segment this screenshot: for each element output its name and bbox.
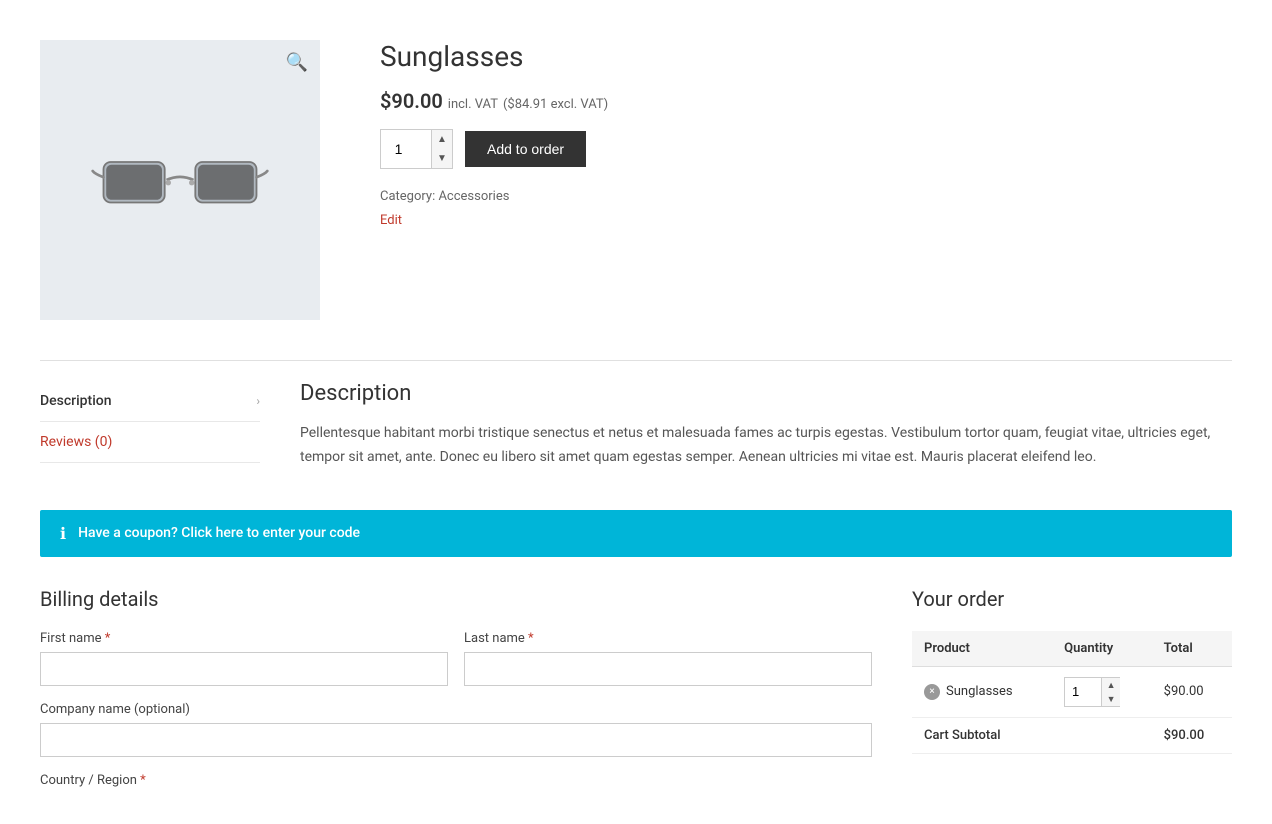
price-amount: $90.00 xyxy=(380,89,443,113)
order-item-name-cell: × Sunglasses xyxy=(912,666,1052,717)
name-row: First name * Last name * xyxy=(40,631,872,686)
quantity-spinners: ▲ ▼ xyxy=(431,130,452,168)
cart-subtotal-row: Cart Subtotal $90.00 xyxy=(912,717,1232,753)
order-table-header: Product Quantity Total xyxy=(912,631,1232,667)
coupon-text: Have a coupon? Click here to enter your … xyxy=(78,525,360,541)
first-name-input[interactable] xyxy=(40,652,448,686)
last-name-group: Last name * xyxy=(464,631,872,686)
order-item-total-cell: $90.00 xyxy=(1152,666,1232,717)
remove-item-button[interactable]: × xyxy=(924,684,940,700)
product-image-container: 🔍 xyxy=(40,40,320,320)
order-item-qty-cell: ▲ ▼ xyxy=(1052,666,1152,717)
billing-title: Billing details xyxy=(40,587,872,611)
checkout-section: Billing details First name * Last name * xyxy=(40,587,1232,804)
order-table: Product Quantity Total × Sunglasses xyxy=(912,631,1232,754)
order-section: Your order Product Quantity Total × xyxy=(912,587,1232,804)
tab-reviews[interactable]: Reviews (0) xyxy=(40,422,260,463)
category-link[interactable]: Accessories xyxy=(438,189,509,204)
page-container: 🔍 Sungla xyxy=(0,0,1272,824)
tabs-sidebar: Description › Reviews (0) xyxy=(40,381,260,470)
cart-subtotal-value: $90.00 xyxy=(1152,717,1232,753)
company-name-input[interactable] xyxy=(40,723,872,757)
quantity-up-button[interactable]: ▲ xyxy=(432,130,452,149)
order-qty-input[interactable] xyxy=(1065,680,1101,703)
country-label: Country / Region * xyxy=(40,773,872,788)
price-vat-incl: incl. VAT xyxy=(448,97,498,112)
tab-content: Description Pellentesque habitant morbi … xyxy=(300,381,1232,470)
order-qty-wrap: ▲ ▼ xyxy=(1064,677,1120,707)
company-row: Company name (optional) xyxy=(40,702,872,757)
tab-description[interactable]: Description › xyxy=(40,381,260,422)
order-qty-spinners: ▲ ▼ xyxy=(1101,678,1120,706)
tabs-section: Description › Reviews (0) Description Pe… xyxy=(40,360,1232,510)
last-name-label: Last name * xyxy=(464,631,872,646)
zoom-icon[interactable]: 🔍 xyxy=(286,52,308,73)
add-to-order-button[interactable]: Add to order xyxy=(465,131,586,167)
first-name-required: * xyxy=(105,631,111,646)
total-column-header: Total xyxy=(1152,631,1232,667)
table-row: × Sunglasses ▲ ▼ xyxy=(912,666,1232,717)
quantity-down-button[interactable]: ▼ xyxy=(432,149,452,168)
company-name-group: Company name (optional) xyxy=(40,702,872,757)
price-vat-excl: ($84.91 excl. VAT) xyxy=(503,97,608,112)
tab-description-chevron: › xyxy=(256,394,260,408)
product-category: Category: Accessories xyxy=(380,189,1232,204)
quantity-input[interactable] xyxy=(381,130,431,168)
order-qty-up-button[interactable]: ▲ xyxy=(1102,678,1120,692)
cart-subtotal-label: Cart Subtotal xyxy=(912,717,1152,753)
tab-reviews-label: Reviews (0) xyxy=(40,434,112,450)
company-name-label: Company name (optional) xyxy=(40,702,872,717)
product-price: $90.00 incl. VAT ($84.91 excl. VAT) xyxy=(380,89,1232,113)
last-name-input[interactable] xyxy=(464,652,872,686)
product-info: Sunglasses $90.00 incl. VAT ($84.91 excl… xyxy=(380,40,1232,320)
product-column-header: Product xyxy=(912,631,1052,667)
order-title: Your order xyxy=(912,587,1232,611)
coupon-banner[interactable]: ℹ Have a coupon? Click here to enter you… xyxy=(40,510,1232,557)
country-required: * xyxy=(140,773,146,788)
first-name-group: First name * xyxy=(40,631,448,686)
order-item-name: × Sunglasses xyxy=(924,684,1040,700)
quantity-column-header: Quantity xyxy=(1052,631,1152,667)
category-label: Category: xyxy=(380,189,435,204)
info-icon: ℹ xyxy=(60,524,66,543)
billing-section: Billing details First name * Last name * xyxy=(40,587,872,804)
product-section: 🔍 Sungla xyxy=(40,20,1232,360)
order-qty-down-button[interactable]: ▼ xyxy=(1102,692,1120,706)
quantity-input-wrap: ▲ ▼ xyxy=(380,129,453,169)
order-item-label: Sunglasses xyxy=(946,684,1013,699)
description-title: Description xyxy=(300,381,1232,406)
add-to-order-row: ▲ ▼ Add to order xyxy=(380,129,1232,169)
first-name-label: First name * xyxy=(40,631,448,646)
product-image xyxy=(90,120,270,240)
tab-description-label: Description xyxy=(40,393,112,409)
country-row: Country / Region * xyxy=(40,773,872,788)
edit-link[interactable]: Edit xyxy=(380,213,402,228)
country-group: Country / Region * xyxy=(40,773,872,788)
product-title: Sunglasses xyxy=(380,40,1232,73)
description-text: Pellentesque habitant morbi tristique se… xyxy=(300,422,1232,470)
last-name-required: * xyxy=(528,631,534,646)
